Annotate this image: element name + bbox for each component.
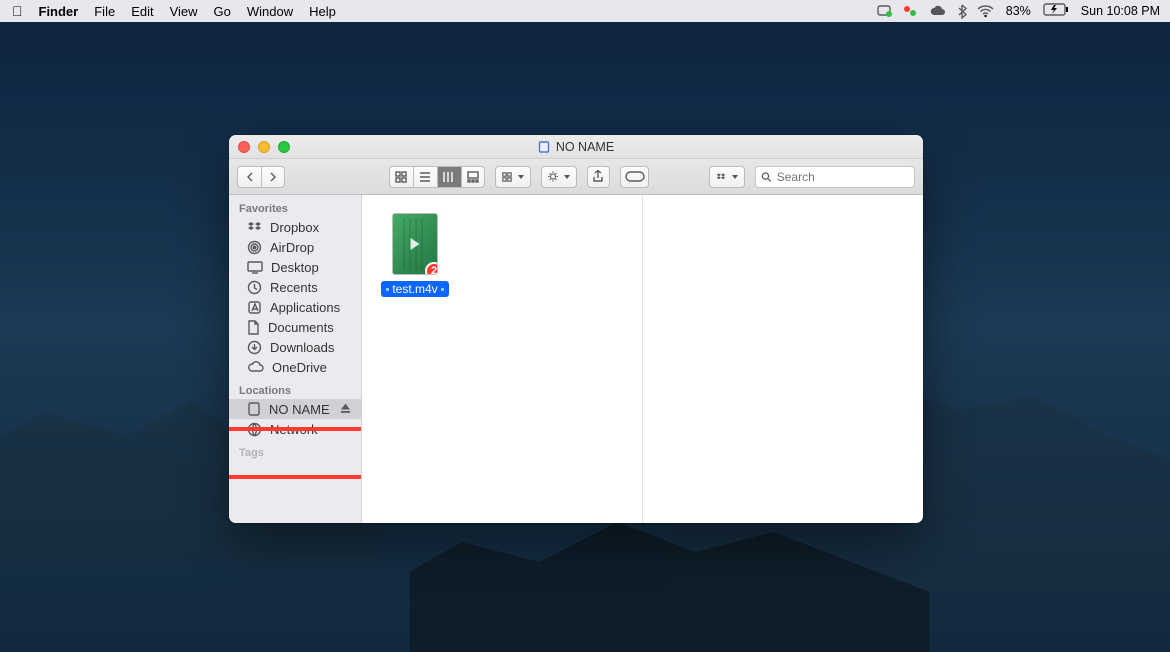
- finder-column-2[interactable]: [643, 195, 923, 523]
- battery-icon[interactable]: [1043, 3, 1069, 19]
- downloads-icon: [247, 340, 262, 355]
- share-button[interactable]: [587, 166, 611, 188]
- menu-edit[interactable]: Edit: [131, 4, 153, 19]
- view-columns[interactable]: [437, 166, 461, 188]
- documents-icon: [247, 320, 260, 335]
- sidebar-item-label: Downloads: [270, 340, 334, 355]
- sidebar-item-label: OneDrive: [272, 360, 327, 375]
- view-gallery[interactable]: [461, 166, 485, 188]
- airdrop-icon: [247, 240, 262, 255]
- minimize-button[interactable]: [258, 141, 270, 153]
- sidebar-item-label: Desktop: [271, 260, 319, 275]
- finder-column-1[interactable]: 2 test.m4v: [362, 195, 643, 523]
- sidebar-item-desktop[interactable]: Desktop: [229, 257, 361, 277]
- tags-button[interactable]: [620, 166, 649, 188]
- status-icon-2[interactable]: [903, 4, 919, 18]
- desktop-icon: [247, 261, 263, 274]
- file-name-label[interactable]: test.m4v: [381, 281, 448, 297]
- window-title-text: NO NAME: [556, 140, 614, 154]
- file-item[interactable]: 2 test.m4v: [376, 213, 454, 297]
- sidebar-item-applications[interactable]: Applications: [229, 297, 361, 317]
- sidebar-item-label: AirDrop: [270, 240, 314, 255]
- menu-help[interactable]: Help: [309, 4, 336, 19]
- zoom-button[interactable]: [278, 141, 290, 153]
- sidebar-item-label: Applications: [270, 300, 340, 315]
- window-traffic-lights: [238, 141, 290, 153]
- battery-percent[interactable]: 83%: [1006, 4, 1031, 18]
- search-field[interactable]: [755, 166, 915, 188]
- sidebar-item-downloads[interactable]: Downloads: [229, 337, 361, 357]
- gear-icon: [548, 170, 558, 183]
- sidebar-item-network[interactable]: Network: [229, 419, 361, 439]
- apple-menu-icon[interactable]: : [12, 3, 23, 19]
- dropbox-menu-button[interactable]: [709, 166, 745, 188]
- view-list[interactable]: [413, 166, 437, 188]
- menu-file[interactable]: File: [94, 4, 115, 19]
- wifi-icon[interactable]: [977, 5, 994, 18]
- applications-icon: [247, 300, 262, 315]
- volume-icon: [538, 141, 550, 153]
- forward-button[interactable]: [261, 166, 285, 188]
- action-button[interactable]: [541, 166, 577, 188]
- sidebar-item-documents[interactable]: Documents: [229, 317, 361, 337]
- file-thumbnail: 2: [392, 213, 438, 275]
- file-badge: 2: [425, 262, 438, 275]
- dropbox-icon: [247, 221, 262, 234]
- nav-back-forward: [237, 166, 285, 188]
- search-icon: [761, 171, 772, 183]
- sidebar-item-onedrive[interactable]: OneDrive: [229, 357, 361, 377]
- sidebar-item-dropbox[interactable]: Dropbox: [229, 217, 361, 237]
- menu-view[interactable]: View: [170, 4, 198, 19]
- finder-sidebar: Favorites Dropbox AirDrop Desktop Recent…: [229, 195, 362, 523]
- finder-window: NO NAME: [229, 135, 923, 523]
- menu-go[interactable]: Go: [214, 4, 231, 19]
- back-button[interactable]: [237, 166, 261, 188]
- cloud-icon: [247, 361, 264, 373]
- finder-content[interactable]: 2 test.m4v: [362, 195, 923, 523]
- close-button[interactable]: [238, 141, 250, 153]
- menu-app-name[interactable]: Finder: [39, 4, 79, 19]
- sidebar-item-airdrop[interactable]: AirDrop: [229, 237, 361, 257]
- view-icon-grid[interactable]: [389, 166, 413, 188]
- dropbox-icon: [716, 171, 726, 183]
- sidebar-section-tags: Tags: [229, 439, 361, 461]
- finder-toolbar: [229, 159, 923, 195]
- menu-window[interactable]: Window: [247, 4, 293, 19]
- search-input[interactable]: [777, 170, 909, 184]
- group-by-button[interactable]: [495, 166, 531, 188]
- share-icon: [592, 170, 604, 183]
- window-titlebar[interactable]: NO NAME: [229, 135, 923, 159]
- network-icon: [247, 422, 262, 437]
- sidebar-section-locations: Locations: [229, 377, 361, 399]
- sidebar-item-label: Dropbox: [270, 220, 319, 235]
- sidebar-item-label: Documents: [268, 320, 334, 335]
- sidebar-item-no-name[interactable]: NO NAME: [229, 399, 361, 419]
- sidebar-item-label: Recents: [270, 280, 318, 295]
- view-switcher: [389, 166, 485, 188]
- sidebar-item-label: NO NAME: [269, 402, 330, 417]
- eject-button[interactable]: [340, 402, 351, 417]
- cloud-icon[interactable]: [929, 4, 947, 18]
- bluetooth-icon[interactable]: [957, 4, 967, 19]
- menu-bar:  Finder File Edit View Go Window Help 8…: [0, 0, 1170, 22]
- tag-icon: [625, 171, 645, 182]
- clock-icon: [247, 280, 262, 295]
- window-title: NO NAME: [538, 140, 614, 154]
- drive-icon: [247, 402, 261, 416]
- eject-icon: [340, 403, 351, 414]
- menubar-clock[interactable]: Sun 10:08 PM: [1081, 4, 1160, 18]
- sidebar-item-recents[interactable]: Recents: [229, 277, 361, 297]
- sidebar-section-favorites: Favorites: [229, 195, 361, 217]
- status-icon-1[interactable]: [877, 4, 893, 18]
- sidebar-item-label: Network: [270, 422, 318, 437]
